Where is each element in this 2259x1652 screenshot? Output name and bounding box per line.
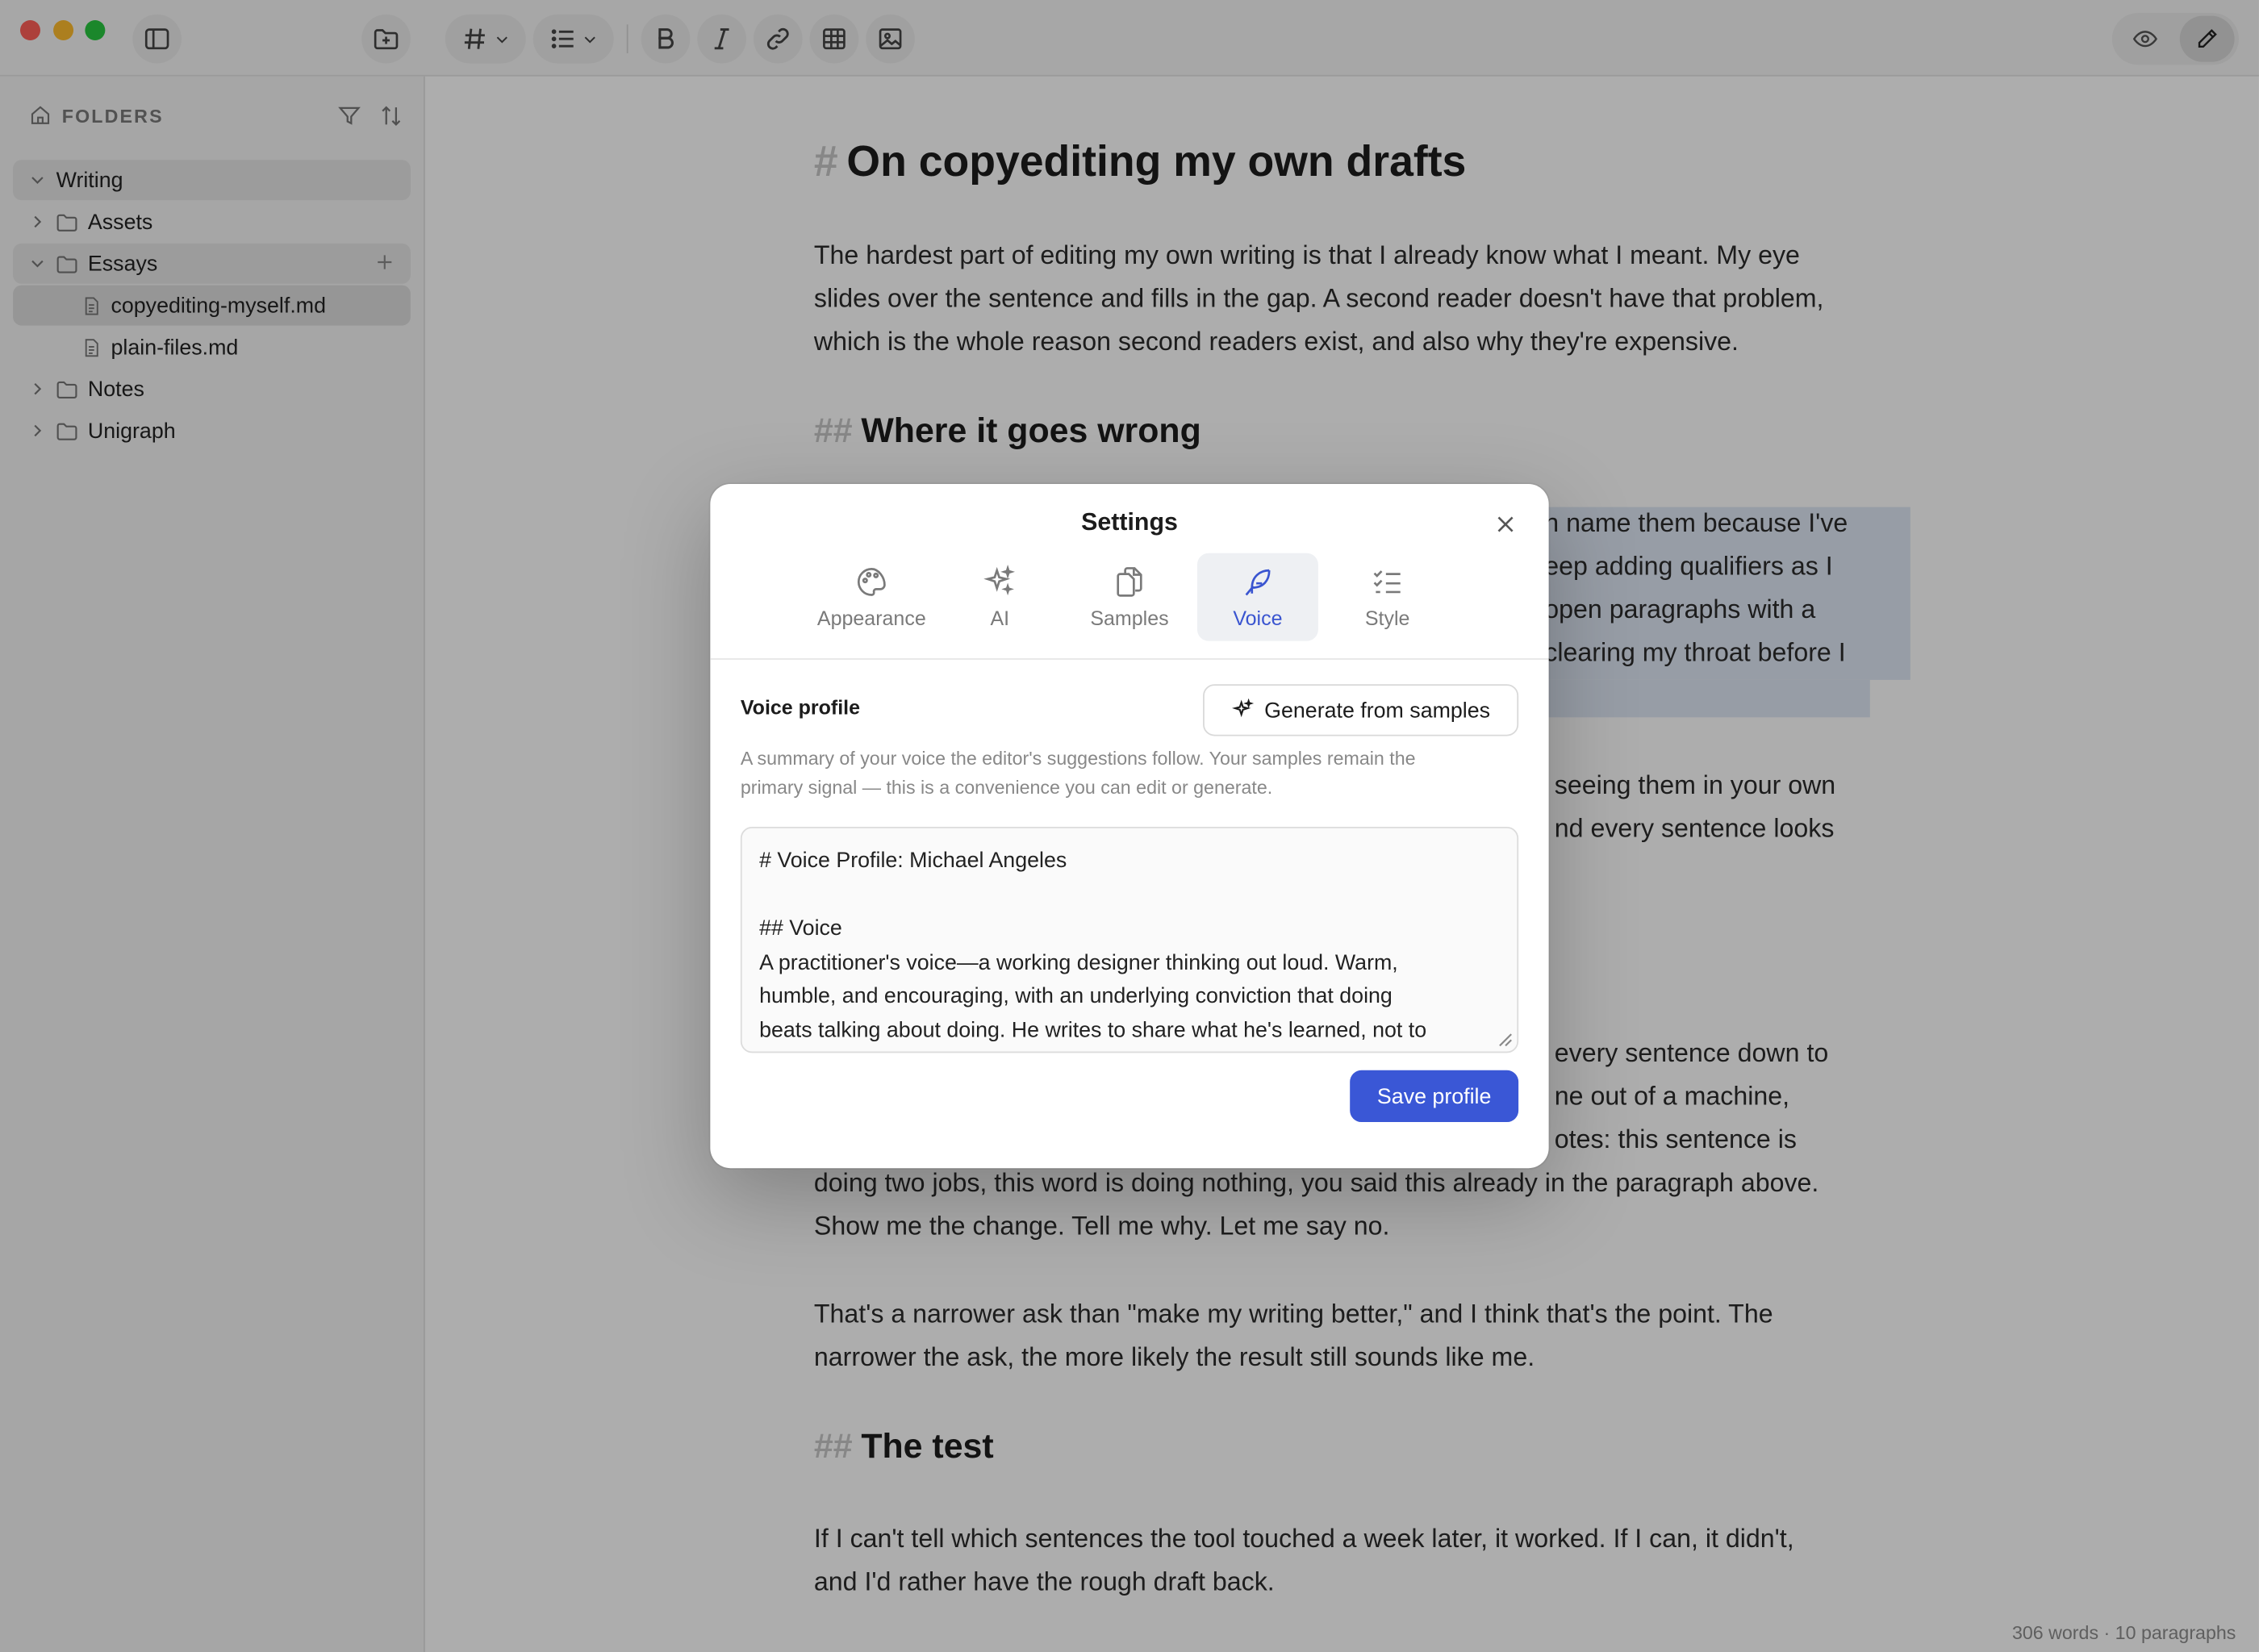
palette-icon [857, 568, 886, 596]
voice-profile-help-text: A summary of your voice the editor's sug… [740, 747, 1416, 799]
feather-icon [1245, 569, 1271, 596]
checklist-icon [1373, 570, 1401, 594]
tab-appearance[interactable]: Appearance [811, 553, 932, 641]
divider [710, 658, 1549, 660]
tab-label: Appearance [816, 606, 926, 630]
tab-style[interactable]: Style [1327, 553, 1448, 641]
tab-samples[interactable]: Samples [1069, 553, 1190, 641]
generate-from-samples-button[interactable]: Generate from samples [1203, 684, 1519, 736]
documents-icon [1117, 567, 1142, 597]
app-window: FOLDERS Writing Assets Essays copyeditin… [0, 0, 2259, 1652]
settings-dialog: Settings Appearance AI Samples Voice Sty… [710, 483, 1549, 1169]
tab-ai[interactable]: AI [939, 553, 1060, 641]
tab-voice[interactable]: Voice [1196, 553, 1318, 641]
tab-label: Voice [1233, 606, 1283, 630]
sparkles-icon [983, 565, 1016, 596]
settings-tabs: Appearance AI Samples Voice Style [710, 553, 1548, 643]
save-profile-button[interactable]: Save profile [1350, 1070, 1519, 1123]
dialog-title: Settings [1081, 508, 1178, 536]
resize-handle-icon[interactable] [1496, 1030, 1513, 1047]
tab-label: AI [990, 606, 1010, 630]
button-label: Generate from samples [1264, 698, 1491, 723]
close-icon[interactable] [1494, 513, 1518, 536]
voice-profile-textarea[interactable]: # Voice Profile: Michael Angeles ## Voic… [740, 826, 1519, 1053]
voice-profile-label: Voice profile [740, 695, 861, 720]
tab-label: Samples [1090, 606, 1169, 630]
sparkles-icon [1231, 699, 1254, 718]
tab-label: Style [1364, 606, 1410, 630]
